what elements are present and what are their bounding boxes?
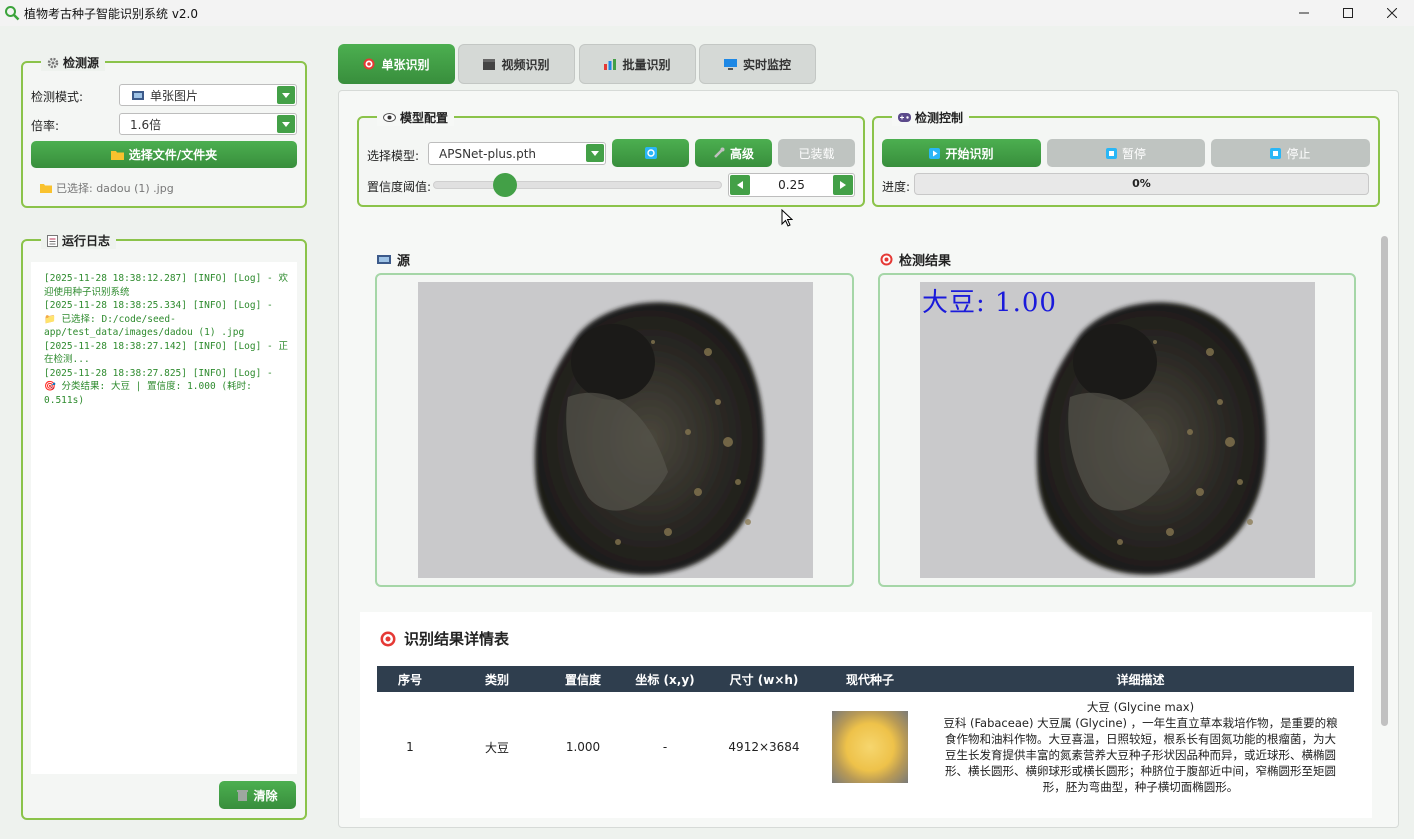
rate-select[interactable]: 1.6倍 xyxy=(119,113,297,135)
progress-label: 进度: xyxy=(882,180,911,194)
source-panel-label: 源 xyxy=(377,250,410,269)
start-button[interactable]: 开始识别 xyxy=(882,139,1041,167)
threshold-spinbox[interactable]: 0.25 xyxy=(728,173,855,197)
advanced-button[interactable]: 高级 xyxy=(695,139,772,167)
clapperboard-icon xyxy=(483,58,496,70)
model-group-title: 模型配置 xyxy=(400,111,449,125)
rate-label: 倍率: xyxy=(31,119,60,133)
trash-icon xyxy=(237,789,249,801)
log-line: [2025-11-28 18:38:27.142] [INFO] [Log] -… xyxy=(44,340,288,366)
select-file-button[interactable]: 选择文件/文件夹 xyxy=(31,141,297,168)
close-button[interactable] xyxy=(1370,0,1414,26)
refresh-icon xyxy=(644,147,657,159)
header-description[interactable]: 详细描述 xyxy=(927,666,1354,692)
chevron-down-icon[interactable] xyxy=(277,115,295,133)
model-select[interactable]: APSNet-plus.pth xyxy=(428,142,606,165)
cell-coords: - xyxy=(615,692,715,802)
threshold-value[interactable]: 0.25 xyxy=(753,174,830,196)
window-title: 植物考古种子智能识别系统 v2.0 xyxy=(24,6,199,21)
refresh-button[interactable] xyxy=(612,139,689,167)
gamepad-icon xyxy=(898,113,911,122)
header-index[interactable]: 序号 xyxy=(377,666,443,692)
target-icon xyxy=(880,253,893,266)
cell-description: 大豆 (Glycine max) 豆科 (Fabaceae) 大豆属 (Glyc… xyxy=(927,692,1354,802)
log-output[interactable]: [2025-11-28 18:38:12.287] [INFO] [Log] -… xyxy=(31,262,297,774)
progress-bar: 0% xyxy=(914,173,1369,195)
header-size[interactable]: 尺寸 (w×h) xyxy=(715,666,813,692)
threshold-slider-track[interactable] xyxy=(433,181,722,189)
model-value: APSNet-plus.pth xyxy=(439,146,537,161)
result-panel-label: 检测结果 xyxy=(880,250,951,269)
increment-button[interactable] xyxy=(833,175,853,195)
gear-icon xyxy=(47,57,59,69)
eye-icon xyxy=(383,113,396,122)
rate-value: 1.6倍 xyxy=(130,117,162,132)
detection-overlay-label: 大豆: 1.00 xyxy=(922,288,1057,318)
progress-text: 0% xyxy=(1132,177,1151,190)
tab-single[interactable]: 单张识别 xyxy=(338,44,455,84)
source-group-title: 检测源 xyxy=(63,56,100,70)
header-category[interactable]: 类别 xyxy=(443,666,551,692)
maximize-button[interactable] xyxy=(1326,0,1370,26)
mode-label: 检测模式: xyxy=(31,90,84,104)
minimize-button[interactable] xyxy=(1282,0,1326,26)
log-line: [2025-11-28 18:38:27.825] [INFO] [Log] -… xyxy=(44,367,273,406)
main-scrollbar[interactable] xyxy=(1381,236,1388,726)
log-group-title: 运行日志 xyxy=(62,234,111,248)
tab-batch[interactable]: 批量识别 xyxy=(579,44,696,84)
modern-seed-thumbnail xyxy=(832,711,908,783)
title-bar: 植物考古种子智能识别系统 v2.0 xyxy=(0,0,1414,26)
notepad-icon xyxy=(47,234,58,247)
table-header-row: 序号 类别 置信度 坐标 (x,y) 尺寸 (w×h) 现代种子 详细描述 xyxy=(377,666,1354,692)
search-icon xyxy=(5,6,20,21)
folder-icon xyxy=(110,150,124,160)
description-body: 豆科 (Fabaceae) 大豆属 (Glycine) ，一年生直立草本栽培作物… xyxy=(943,716,1338,794)
clear-log-button[interactable]: 清除 xyxy=(219,781,296,809)
folder-icon xyxy=(40,183,52,193)
log-line: [2025-11-28 18:38:25.334] [INFO] [Log] -… xyxy=(44,300,273,338)
image-icon xyxy=(377,255,391,264)
result-image: 大豆: 1.00 xyxy=(920,282,1315,578)
chevron-down-icon[interactable] xyxy=(586,144,604,162)
mode-value: 单张图片 xyxy=(150,88,199,103)
image-icon xyxy=(132,90,144,100)
chevron-down-icon[interactable] xyxy=(277,86,295,104)
threshold-label: 置信度阈值: xyxy=(367,180,432,194)
control-group-title: 检测控制 xyxy=(915,111,964,125)
pause-button[interactable]: 暂停 xyxy=(1047,139,1205,167)
tab-monitor[interactable]: 实时监控 xyxy=(699,44,816,84)
cell-size: 4912×3684 xyxy=(715,692,813,802)
decrement-button[interactable] xyxy=(730,175,750,195)
cell-index: 1 xyxy=(377,692,443,802)
tab-video[interactable]: 视频识别 xyxy=(458,44,575,84)
cell-confidence: 1.000 xyxy=(551,692,615,802)
cell-category: 大豆 xyxy=(443,692,551,802)
play-icon xyxy=(929,147,941,159)
header-confidence[interactable]: 置信度 xyxy=(551,666,615,692)
results-table: 序号 类别 置信度 坐标 (x,y) 尺寸 (w×h) 现代种子 详细描述 1 … xyxy=(377,666,1354,802)
cell-modern-seed xyxy=(813,692,927,802)
target-icon xyxy=(363,58,375,70)
loaded-button[interactable]: 已装载 xyxy=(778,139,855,167)
log-line: [2025-11-28 18:38:12.287] [INFO] [Log] -… xyxy=(44,273,288,298)
stop-button[interactable]: 停止 xyxy=(1211,139,1370,167)
bar-chart-icon xyxy=(604,58,617,70)
header-modern-seed[interactable]: 现代种子 xyxy=(813,666,927,692)
header-coords[interactable]: 坐标 (x,y) xyxy=(615,666,715,692)
selected-file-text: 已选择: dadou (1) .jpg xyxy=(56,182,174,195)
monitor-icon xyxy=(723,58,737,70)
wrench-icon xyxy=(713,147,725,159)
target-icon xyxy=(380,631,396,647)
mode-select[interactable]: 单张图片 xyxy=(119,84,297,106)
pause-icon xyxy=(1105,147,1117,159)
stop-icon xyxy=(1270,147,1282,159)
results-table-title: 识别结果详情表 xyxy=(380,628,509,649)
table-row[interactable]: 1 大豆 1.000 - 4912×3684 大豆 (Glycine max) … xyxy=(377,692,1354,802)
selected-file: 已选择: dadou (1) .jpg xyxy=(40,180,174,196)
model-label: 选择模型: xyxy=(367,149,420,163)
mouse-cursor xyxy=(781,209,793,227)
description-title: 大豆 (Glycine max) xyxy=(1086,700,1195,714)
source-image xyxy=(418,282,813,578)
